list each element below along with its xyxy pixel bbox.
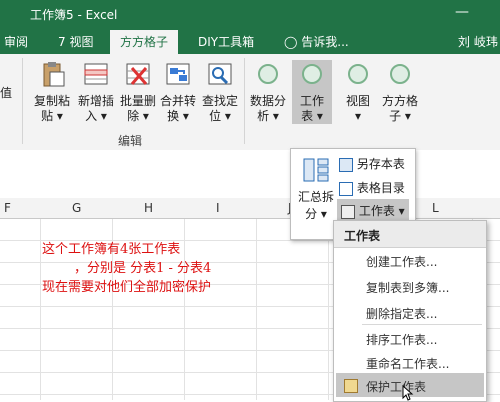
note-line-3: 现在需要对他们全部加密保护 <box>42 280 212 295</box>
mouse-cursor-icon <box>402 385 414 401</box>
insert-button[interactable]: 新增插 入 ▾ <box>74 60 118 124</box>
batch-delete-label2: 除 ▾ <box>127 109 149 123</box>
worksheet-dropdown[interactable]: 工作表 ▾ <box>337 199 409 222</box>
menu-item-protect[interactable]: 保护工作表 <box>366 378 426 395</box>
formula-bar-area <box>0 150 500 199</box>
data-analysis-label: 数据分 <box>249 94 286 108</box>
note-line-2: ，分别是 分表1 - 分表4 <box>74 261 212 276</box>
worksheet-dropdown-label: 工作表 ▾ <box>358 204 405 218</box>
worksheet-menu: 工作表 创建工作表... 复制表到多簿... 删除指定表... 排序工作表...… <box>333 220 487 402</box>
view-button[interactable]: 视图 ▾ <box>336 60 380 124</box>
ribbon: 值 复制粘 贴 ▾ 新增插 入 ▾ 批量删 除 ▾ 合并转 换 ▾ 查找定 位 … <box>0 54 500 151</box>
column-headers: F G H I J K L <box>0 198 500 219</box>
tab-view[interactable]: 7 视图 <box>58 33 93 50</box>
save-icon <box>339 157 353 172</box>
sheet-catalog-item[interactable]: 表格目录 <box>339 179 405 196</box>
column-header[interactable]: H <box>144 201 153 215</box>
ribbon-cut-label: 值 <box>0 86 13 100</box>
save-sheet-label: 另存本表 <box>356 157 405 171</box>
view-label2: ▾ <box>354 109 362 123</box>
find-locate-button[interactable]: 查找定 位 ▾ <box>198 60 242 124</box>
split-sheets-icon <box>303 158 329 182</box>
worksheet-label: 工作 <box>299 94 324 108</box>
lock-icon <box>344 379 358 393</box>
sheet-catalog-label: 表格目录 <box>356 181 405 195</box>
find-locate-label2: 位 ▾ <box>209 109 231 123</box>
column-header[interactable]: L <box>432 201 439 215</box>
fangfang-label: 方方格 <box>381 94 418 108</box>
data-analysis-button[interactable]: 数据分 析 ▾ <box>246 60 290 124</box>
copy-paste-button[interactable]: 复制粘 贴 ▾ <box>30 60 74 124</box>
worksheet-icon <box>341 204 355 219</box>
group-label-edit: 编辑 <box>118 134 143 148</box>
merge-convert-button[interactable]: 合并转 换 ▾ <box>156 60 200 124</box>
merge-icon <box>166 63 190 85</box>
circle-icon <box>302 64 322 84</box>
fangfang-label2: 子 ▾ <box>389 109 411 123</box>
clipboard-icon <box>43 62 65 87</box>
window-title: 工作簿5 - Excel <box>30 8 118 22</box>
delete-cells-icon <box>126 63 150 85</box>
find-icon <box>208 63 232 85</box>
minimize-button[interactable]: — <box>455 4 469 20</box>
menu-item-copy-to-books[interactable]: 复制表到多簿... <box>366 279 449 296</box>
tell-me-text: 告诉我... <box>301 35 349 49</box>
ribbon-divider <box>22 58 23 144</box>
menu-header-label: 工作表 <box>344 229 381 243</box>
tab-fangfang[interactable]: 方方格子 <box>110 30 179 54</box>
merge-convert-label2: 换 ▾ <box>167 109 189 123</box>
insert-rows-icon <box>84 63 108 85</box>
circle-icon <box>258 64 278 84</box>
summary-split-label2: 分 ▾ <box>305 207 327 221</box>
menu-item-create[interactable]: 创建工作表... <box>366 253 437 270</box>
title-bar: 工作簿5 - Excel — <box>0 0 500 28</box>
copy-paste-label2: 贴 ▾ <box>41 109 63 123</box>
menu-separator <box>362 324 482 325</box>
worksheet-button[interactable]: 工作 表 ▾ <box>292 60 332 124</box>
ribbon-tabs: 审阅 7 视图 方方格子 DIY工具箱 ◯ 告诉我... 刘 岐玮 <box>0 28 500 54</box>
tab-diy[interactable]: DIY工具箱 <box>198 33 254 50</box>
menu-item-rename[interactable]: 重命名工作表... <box>366 355 449 372</box>
circle-icon <box>348 64 368 84</box>
find-locate-label: 查找定 <box>201 94 238 108</box>
menu-header: 工作表 <box>334 221 486 248</box>
save-sheet-item[interactable]: 另存本表 <box>339 155 405 172</box>
tell-me-search[interactable]: ◯ 告诉我... <box>284 33 349 50</box>
ribbon-divider <box>244 58 245 144</box>
insert-label2: 入 ▾ <box>85 109 107 123</box>
menu-item-sort[interactable]: 排序工作表... <box>366 331 437 348</box>
user-name[interactable]: 刘 岐玮 <box>458 33 498 50</box>
lightbulb-icon: ◯ <box>284 35 298 49</box>
tab-review[interactable]: 审阅 <box>4 33 28 50</box>
catalog-icon <box>339 181 353 196</box>
merge-convert-label: 合并转 <box>159 94 196 108</box>
summary-split-button[interactable]: 汇总拆 分 ▾ <box>297 155 335 222</box>
column-header[interactable]: I <box>216 201 220 215</box>
column-header[interactable]: G <box>72 201 81 215</box>
summary-split-label: 汇总拆 <box>297 190 334 204</box>
worksheet-label2: 表 ▾ <box>301 109 323 123</box>
copy-paste-label: 复制粘 <box>33 94 70 108</box>
insert-label: 新增插 <box>77 94 114 108</box>
note-line-1: 这个工作簿有4张工作表 <box>42 242 181 257</box>
menu-item-delete[interactable]: 删除指定表... <box>366 305 437 322</box>
column-header[interactable]: F <box>4 201 11 215</box>
view-label: 视图 <box>345 94 370 108</box>
fangfang-button[interactable]: 方方格 子 ▾ <box>378 60 422 124</box>
circle-icon <box>390 64 410 84</box>
batch-delete-button[interactable]: 批量删 除 ▾ <box>116 60 160 124</box>
batch-delete-label: 批量删 <box>119 94 156 108</box>
data-analysis-label2: 析 ▾ <box>257 109 279 123</box>
